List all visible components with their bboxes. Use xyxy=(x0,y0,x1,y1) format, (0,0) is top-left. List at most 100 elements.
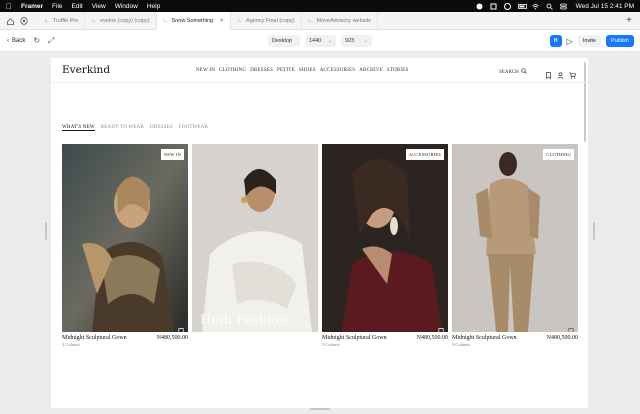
tab-truffle-pro[interactable]: ∟ Truffle Pro xyxy=(38,11,86,30)
refresh-icon[interactable]: ↻ xyxy=(33,36,40,45)
product-price: N480,500.00 xyxy=(546,335,578,341)
wifi-icon[interactable] xyxy=(531,3,539,10)
tab-label: Snow Something xyxy=(171,17,214,24)
menu-file[interactable]: File xyxy=(52,3,62,10)
filter-whats-new[interactable]: WHAT'S NEW xyxy=(62,125,95,131)
back-label: Back xyxy=(12,37,26,44)
search-label: SEARCH xyxy=(499,69,519,75)
product-price: N480,500.00 xyxy=(416,335,448,341)
nav-accessories[interactable]: ACCESSORIES xyxy=(320,68,356,73)
width-input[interactable]: 1440 ⌄ xyxy=(305,35,336,47)
nav-shoes[interactable]: SHOES xyxy=(299,68,316,73)
status-stop-icon[interactable] xyxy=(503,2,511,10)
project-avatar-icon[interactable] xyxy=(20,12,28,30)
tab-snow-something[interactable]: ∟ Snow Something ✕ xyxy=(156,11,232,30)
menubar-clock[interactable]: Wed Jul 15 2:41 PM xyxy=(576,3,634,10)
product-name[interactable]: Midnight Sculptural Gown xyxy=(62,335,127,341)
status-tool-icon[interactable] xyxy=(490,3,497,10)
new-tab-plus-icon[interactable]: + xyxy=(626,15,632,26)
control-center-icon[interactable] xyxy=(559,3,567,10)
macos-menubar:  Framer File Edit View Window Help Wed … xyxy=(0,0,640,12)
framer-icon: ∟ xyxy=(91,17,98,24)
product-card[interactable]: CLOTHING Midnight Sculptural Gown N480,5… xyxy=(452,144,578,347)
promo-card[interactable]: High Fashion xyxy=(192,144,318,332)
bookmark-icon[interactable] xyxy=(568,322,574,332)
site-header: Everkind NEW IN CLOTHING DRESSES PETITE … xyxy=(51,58,588,83)
tab-label: Truffle Pro xyxy=(52,17,79,24)
nav-clothing[interactable]: CLOTHING xyxy=(219,68,246,73)
tab-agency-final[interactable]: ∟ Agency Final (copy) xyxy=(231,11,302,30)
product-colours: 3 Colours xyxy=(62,342,80,347)
product-card[interactable]: NEW IN Midnight Sculptural Gown N480,500… xyxy=(62,144,188,347)
site-logo[interactable]: Everkind xyxy=(62,64,110,76)
close-icon[interactable]: ✕ xyxy=(219,17,224,24)
nav-archive[interactable]: ARCHIVE xyxy=(359,68,383,73)
cart-icon[interactable] xyxy=(569,66,576,79)
product-colours: 3 Colours xyxy=(452,342,470,347)
breakpoint-select[interactable]: Desktop xyxy=(268,35,300,47)
product-badge: ACCESSORIES xyxy=(405,149,444,160)
site-nav: NEW IN CLOTHING DRESSES PETITE SHOES ACC… xyxy=(196,68,408,73)
tab-evelos[interactable]: ∟ evelos (copy) (copy) xyxy=(85,11,157,30)
framer-icon: ∟ xyxy=(237,17,244,24)
menu-app-name[interactable]: Framer xyxy=(21,3,43,10)
resize-handle-bottom[interactable] xyxy=(310,408,330,410)
promo-overlay-text: High Fashion xyxy=(200,313,288,328)
user-avatar[interactable]: H xyxy=(549,35,562,47)
promo-photo-woman-white xyxy=(192,144,318,332)
back-button[interactable]: ‹ Back xyxy=(7,38,25,44)
menu-view[interactable]: View xyxy=(92,3,106,10)
site-search[interactable]: SEARCH xyxy=(499,68,527,76)
design-canvas[interactable]: Everkind NEW IN CLOTHING DRESSES PETITE … xyxy=(0,52,640,414)
product-card[interactable]: ACCESSORIES Midnight Sculptural Gown N48… xyxy=(322,144,448,347)
user-icon[interactable] xyxy=(557,66,564,79)
nav-dresses[interactable]: DRESSES xyxy=(250,68,273,73)
home-icon[interactable] xyxy=(7,12,14,30)
product-badge: CLOTHING xyxy=(543,149,574,160)
search-icon xyxy=(521,68,527,76)
tab-label: evelos (copy) (copy) xyxy=(100,17,150,24)
tab-label: MoveAdvisory website xyxy=(316,17,372,24)
publish-button[interactable]: Publish xyxy=(605,35,634,47)
promo-image[interactable]: High Fashion xyxy=(192,144,318,332)
menu-edit[interactable]: Edit xyxy=(72,3,83,10)
preview-play-icon[interactable]: ▷ xyxy=(567,37,573,46)
product-colours: 3 Colours xyxy=(322,342,340,347)
product-image[interactable]: NEW IN xyxy=(62,144,188,332)
menu-window[interactable]: Window xyxy=(115,3,138,10)
nav-petite[interactable]: PETITE xyxy=(277,68,295,73)
nav-new-in[interactable]: NEW IN xyxy=(196,68,215,73)
height-value: 923 xyxy=(345,38,355,44)
chevron-left-icon: ‹ xyxy=(7,37,9,44)
product-name[interactable]: Midnight Sculptural Gown xyxy=(452,335,517,341)
invite-button[interactable]: Invite xyxy=(577,35,601,47)
width-value: 1440 xyxy=(309,38,322,44)
resize-handle-left[interactable] xyxy=(45,222,47,240)
bookmark-icon[interactable] xyxy=(178,322,184,332)
category-filters: WHAT'S NEW READY TO WEAR DRESSES FOOTWEA… xyxy=(62,125,208,131)
resize-handle-right[interactable] xyxy=(593,222,595,240)
product-image[interactable]: ACCESSORIES xyxy=(322,144,448,332)
bookmark-icon[interactable] xyxy=(545,66,552,80)
breakpoint-value: Desktop xyxy=(272,38,293,44)
tab-moveadvisory[interactable]: ∟ MoveAdvisory website xyxy=(302,11,379,30)
expand-icon[interactable]: ⤢ xyxy=(48,36,54,46)
nav-stories[interactable]: STORIES xyxy=(387,68,409,73)
status-app-icon[interactable] xyxy=(476,3,483,10)
product-image[interactable]: CLOTHING xyxy=(452,144,578,332)
tab-label: Agency Final (copy) xyxy=(246,17,295,24)
filter-footwear[interactable]: FOOTWEAR xyxy=(179,125,208,131)
website-preview-frame[interactable]: Everkind NEW IN CLOTHING DRESSES PETITE … xyxy=(51,58,588,408)
bookmark-icon[interactable] xyxy=(438,322,444,332)
filter-ready-to-wear[interactable]: READY TO WEAR xyxy=(101,125,144,131)
product-name[interactable]: Midnight Sculptural Gown xyxy=(322,335,387,341)
battery-icon[interactable] xyxy=(517,3,527,10)
framer-icon: ∟ xyxy=(162,17,169,24)
menu-help[interactable]: Help xyxy=(147,3,160,10)
spotlight-search-icon[interactable] xyxy=(546,3,553,10)
apple-icon[interactable]:  xyxy=(6,2,12,11)
product-photo-man-suit xyxy=(452,144,578,332)
framer-icon: ∟ xyxy=(307,17,314,24)
height-input[interactable]: 923 ⌄ xyxy=(341,35,372,47)
filter-dresses[interactable]: DRESSES xyxy=(150,125,173,131)
